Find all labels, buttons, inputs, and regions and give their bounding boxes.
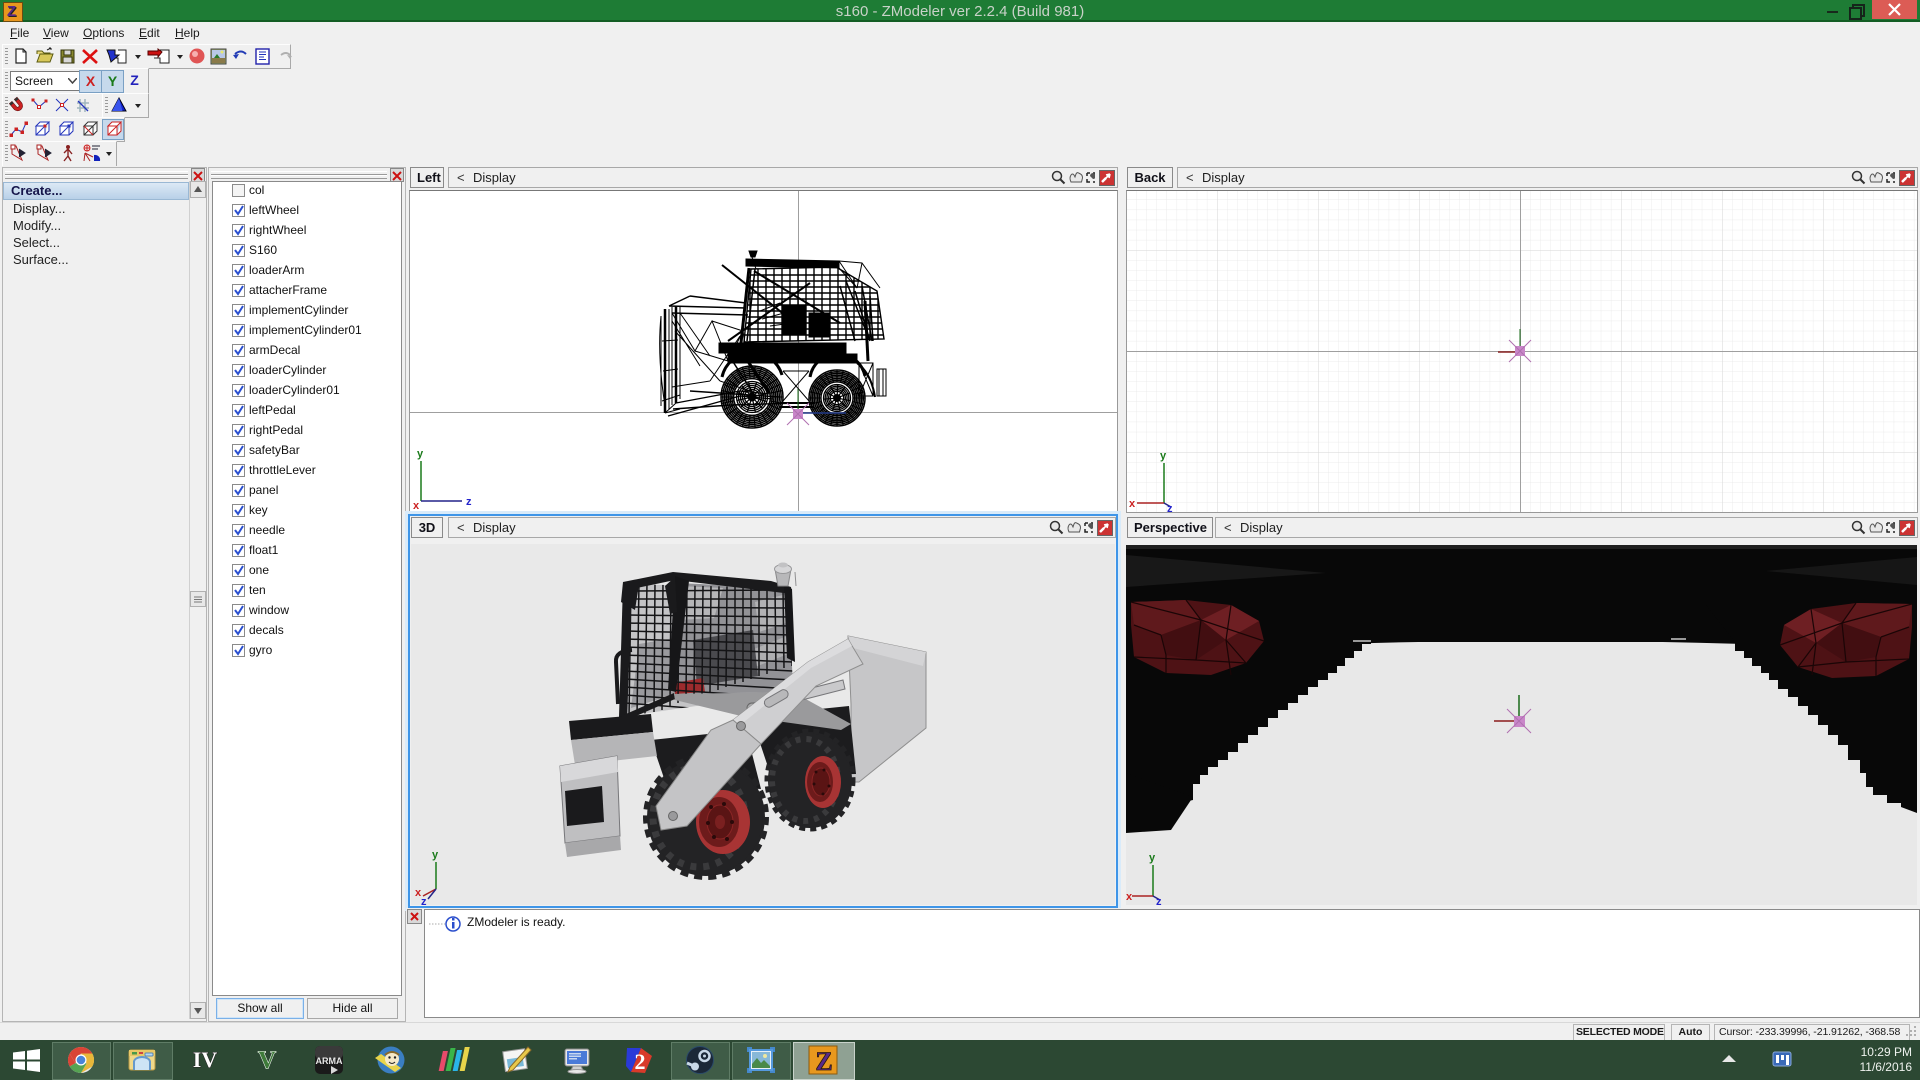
svg-text:z: z bbox=[1156, 896, 1162, 908]
svg-text:y: y bbox=[432, 849, 439, 861]
svg-text:z: z bbox=[1167, 503, 1173, 512]
svg-text:z: z bbox=[466, 496, 472, 508]
svg-text:x: x bbox=[1126, 891, 1133, 903]
svg-text:x: x bbox=[413, 500, 420, 512]
svg-text:Z: Z bbox=[815, 1047, 832, 1076]
svg-text:V: V bbox=[258, 1047, 276, 1074]
svg-text:2: 2 bbox=[635, 1049, 646, 1074]
svg-text:y: y bbox=[1149, 852, 1156, 864]
svg-text:ARMA: ARMA bbox=[316, 1056, 343, 1066]
svg-text:y: y bbox=[1160, 450, 1167, 462]
svg-text:z: z bbox=[421, 896, 427, 905]
svg-text:IV: IV bbox=[193, 1047, 218, 1072]
svg-text:y: y bbox=[417, 448, 424, 460]
svg-text:x: x bbox=[1129, 498, 1136, 510]
